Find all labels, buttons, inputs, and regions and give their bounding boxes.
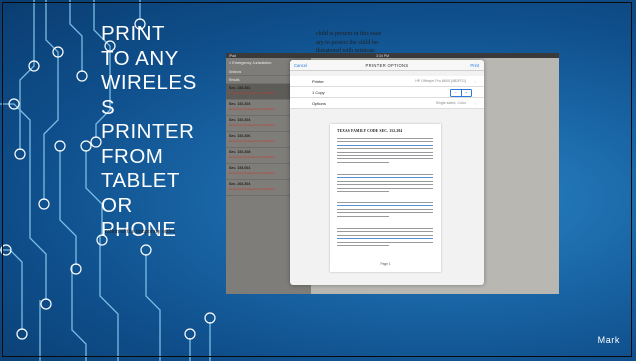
printer-label: Printer bbox=[312, 79, 324, 84]
preview-text-line bbox=[337, 234, 433, 236]
title-line: OR bbox=[101, 193, 133, 217]
preview-heading: TEXAS FAMILY CODE SEC. 152.204 bbox=[337, 129, 403, 133]
title-line: FROM bbox=[101, 144, 164, 168]
preview-text-line bbox=[337, 151, 433, 153]
increment-button[interactable]: + bbox=[460, 89, 472, 96]
preview-text-line bbox=[337, 174, 433, 175]
preview-text-line bbox=[337, 158, 433, 160]
preview-text-line bbox=[337, 138, 433, 139]
preview-text-line bbox=[337, 161, 389, 163]
preview-text-line bbox=[337, 212, 433, 214]
document-text-bottom: ration of the temporary order. bbox=[105, 229, 176, 235]
preview-text-line bbox=[337, 238, 433, 240]
options-label: Options bbox=[312, 101, 326, 106]
print-button[interactable]: Print bbox=[470, 63, 479, 68]
preview-text-line bbox=[337, 231, 433, 233]
document-line: child is present in this state bbox=[316, 31, 382, 37]
document-line: ary to protect the child be- bbox=[316, 39, 380, 46]
slide-title: PRINT TO ANY WIRELES S PRINTER FROM TABL… bbox=[101, 22, 206, 243]
preview-text-line bbox=[337, 202, 433, 203]
chevron-right-icon: › bbox=[474, 100, 476, 106]
preview-text-line bbox=[337, 205, 433, 207]
title-line: PRINTER bbox=[101, 120, 195, 143]
dialog-title: PRINTER OPTIONS bbox=[365, 62, 409, 68]
slide: PRINT TO ANY WIRELES S PRINTER FROM TABL… bbox=[0, 0, 636, 361]
sidebar-nav-title: Emergency Jurisdiction bbox=[232, 61, 272, 65]
copies-row: 1 Copy − + bbox=[290, 87, 484, 98]
title-line: TO ANY bbox=[101, 46, 179, 70]
page-preview[interactable]: TEXAS FAMILY CODE SEC. 152.204 Page 1 bbox=[330, 124, 441, 272]
status-carrier: iPad bbox=[229, 53, 237, 58]
dialog-header: Cancel PRINTER OPTIONS Print bbox=[290, 60, 484, 71]
title-line: TABLET bbox=[101, 169, 180, 192]
preview-text-line bbox=[337, 241, 433, 243]
preview-text-line bbox=[337, 155, 433, 156]
options-row[interactable]: Options Single-sided, Color › bbox=[290, 98, 484, 109]
title-line: WIRELES bbox=[101, 71, 197, 94]
printer-value: HP Officejet Pro 8600 [4B2FD1] bbox=[415, 79, 466, 83]
document-line: threatened with mistreat- bbox=[316, 48, 376, 54]
chevron-right-icon: › bbox=[474, 78, 476, 84]
options-value: Single-sided, Color bbox=[435, 101, 466, 105]
preview-page-number: Page 1 bbox=[380, 262, 391, 266]
title-line: S bbox=[101, 95, 116, 119]
preview-text-line bbox=[337, 187, 433, 189]
preview-text-line bbox=[337, 191, 389, 192]
slide-footer: Mark bbox=[597, 335, 620, 345]
printer-row[interactable]: Printer HP Officejet Pro 8600 [4B2FD1] › bbox=[290, 76, 484, 87]
preview-text-line bbox=[337, 208, 433, 210]
title-line: PRINT bbox=[101, 22, 165, 45]
copies-label: 1 Copy bbox=[312, 90, 325, 95]
preview-text-line bbox=[337, 184, 433, 186]
preview-text-line bbox=[337, 228, 433, 229]
back-chevron-icon[interactable]: < bbox=[229, 61, 231, 65]
copies-stepper[interactable]: − + bbox=[450, 88, 472, 97]
preview-text-line bbox=[337, 144, 433, 146]
preview-text-line bbox=[337, 177, 433, 179]
preview-text-line bbox=[337, 245, 389, 246]
preview-text-line bbox=[337, 180, 433, 182]
decrement-button[interactable]: − bbox=[451, 90, 461, 96]
preview-text-line bbox=[337, 215, 389, 217]
preview-text-line bbox=[337, 148, 433, 150]
preview-text-line bbox=[337, 141, 433, 143]
